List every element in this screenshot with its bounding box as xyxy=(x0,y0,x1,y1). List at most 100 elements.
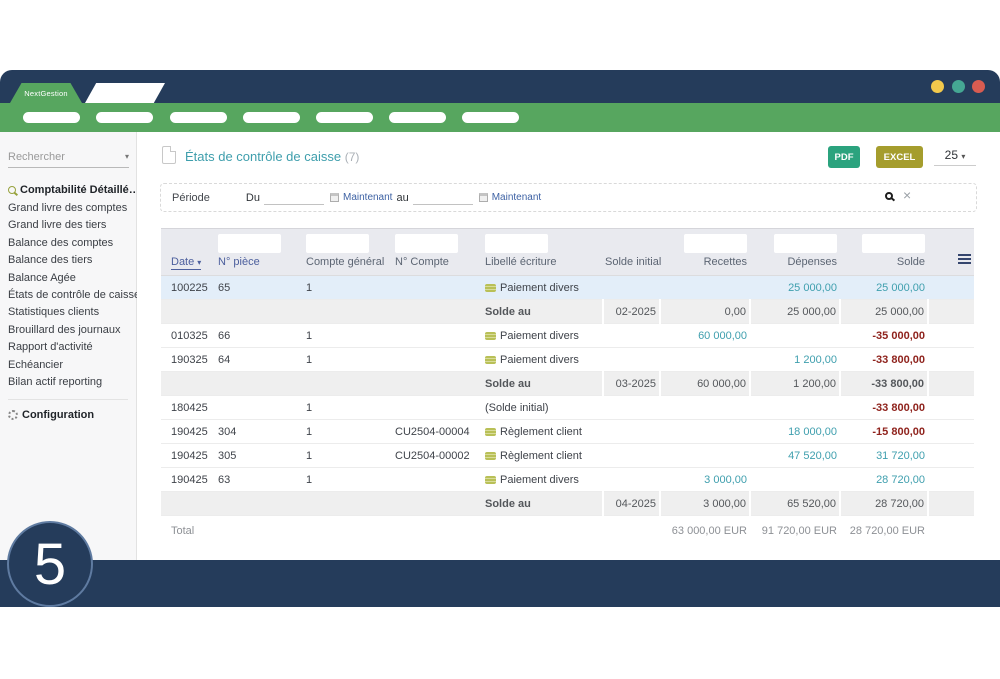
total-rec: 63 000,00 EUR xyxy=(660,516,750,538)
cell-solde: -33 800,00 xyxy=(840,372,928,396)
cell-dep xyxy=(750,324,840,348)
cell-nc: CU2504-00002 xyxy=(393,444,483,468)
nav-pill[interactable] xyxy=(389,112,446,123)
nav-pill[interactable] xyxy=(23,112,80,123)
sidebar-item[interactable]: Balance des tiers xyxy=(8,252,136,269)
nav-pill[interactable] xyxy=(170,112,227,123)
sidebar-item[interactable]: Bilan actif reporting xyxy=(8,374,136,391)
column-settings-icon[interactable] xyxy=(958,254,971,264)
filter-input-rec[interactable] xyxy=(684,234,747,253)
page-size-select[interactable]: 25 ▾ xyxy=(934,148,976,166)
sidebar-item[interactable]: Balance Agée xyxy=(8,270,136,287)
filter-input-dep[interactable] xyxy=(774,234,837,253)
page-title-text: États de contrôle de caisse xyxy=(185,149,341,164)
brand-tab[interactable]: NextGestion xyxy=(10,83,82,103)
bottom-bar xyxy=(0,560,1000,607)
cell-menu xyxy=(928,420,974,444)
table-row[interactable]: 1904253051CU2504-00002Règlement client47… xyxy=(161,444,974,468)
column-header-solde: Solde xyxy=(840,256,928,275)
column-header-cg: Compte général xyxy=(304,256,393,275)
sidebar-item[interactable]: Statistiques clients xyxy=(8,304,136,321)
sidebar-search-placeholder: Rechercher xyxy=(8,151,65,163)
table-row[interactable]: 190425631Paiement divers3 000,0028 720,0… xyxy=(161,468,974,492)
cell-si xyxy=(603,276,660,300)
cell-rec: 3 000,00 xyxy=(660,468,750,492)
table-body: 100225651Paiement divers25 000,0025 000,… xyxy=(161,276,974,516)
sidebar-item[interactable]: Rapport d'activité xyxy=(8,339,136,356)
sidebar-item[interactable]: États de contrôle de caisse xyxy=(8,287,136,304)
cell-dep: 65 520,00 xyxy=(750,492,840,516)
filter-input-nc[interactable] xyxy=(395,234,458,253)
sidebar-item[interactable]: Brouillard des journaux xyxy=(8,322,136,339)
active-tab[interactable] xyxy=(85,83,165,103)
cell-solde: 25 000,00 xyxy=(840,276,928,300)
cell-cg xyxy=(304,492,393,516)
cell-cg: 1 xyxy=(304,420,393,444)
clear-filter-icon[interactable]: × xyxy=(903,187,911,203)
window-dot-yellow-icon[interactable] xyxy=(931,80,944,93)
window-dot-green-icon[interactable] xyxy=(952,80,965,93)
nav-pill[interactable] xyxy=(316,112,373,123)
cell-lib: Paiement divers xyxy=(483,468,603,492)
calendar-icon[interactable] xyxy=(479,193,488,202)
filter-input-lib[interactable] xyxy=(485,234,548,253)
sidebar-item-configuration[interactable]: Configuration xyxy=(8,399,128,421)
record-count: (7) xyxy=(345,150,360,164)
search-icon[interactable] xyxy=(885,192,893,200)
cell-piece: 63 xyxy=(216,468,304,492)
date-from-input[interactable] xyxy=(264,190,324,205)
nav-pill[interactable] xyxy=(462,112,519,123)
sort-caret-icon: ▾ xyxy=(197,258,201,267)
column-header-piece[interactable]: N° pièce xyxy=(216,256,304,275)
sidebar-item[interactable]: Balance des comptes xyxy=(8,235,136,252)
journal-tag-icon xyxy=(485,476,496,484)
filter-input-solde[interactable] xyxy=(862,234,925,253)
column-header-date[interactable]: Date ▾ xyxy=(161,256,216,275)
now-link-from[interactable]: Maintenant xyxy=(343,192,392,203)
period-label: Période xyxy=(172,192,210,204)
magnifier-icon xyxy=(8,186,16,194)
calendar-icon[interactable] xyxy=(330,193,339,202)
sidebar-item[interactable]: Grand livre des tiers xyxy=(8,217,136,234)
window-title-bar: NextGestion xyxy=(0,70,1000,103)
nav-pill[interactable] xyxy=(96,112,153,123)
sidebar-section-comptabilite[interactable]: Comptabilité Détaillé… xyxy=(8,184,136,196)
page-title[interactable]: États de contrôle de caisse (7) xyxy=(185,149,359,164)
column-header-rec: Recettes xyxy=(660,256,750,275)
main-nav-bar xyxy=(0,103,1000,132)
summary-row[interactable]: Solde au02-20250,0025 000,0025 000,00 xyxy=(161,300,974,324)
table-row[interactable]: 1904253041CU2504-00004Règlement client18… xyxy=(161,420,974,444)
cell-date: 100225 xyxy=(161,276,216,300)
excel-export-button[interactable]: EXCEL xyxy=(876,146,923,168)
cell-lib: Solde au xyxy=(483,372,603,396)
cell-rec: 60 000,00 xyxy=(660,372,750,396)
table-row[interactable]: 190325641Paiement divers1 200,00-33 800,… xyxy=(161,348,974,372)
summary-row[interactable]: Solde au03-202560 000,001 200,00-33 800,… xyxy=(161,372,974,396)
date-to-input[interactable] xyxy=(413,190,473,205)
sidebar-item[interactable]: Echéancier xyxy=(8,357,136,374)
cell-solde: 31 720,00 xyxy=(840,444,928,468)
cell-nc xyxy=(393,276,483,300)
table-header: Date ▾N° pièceCompte généralN° CompteLib… xyxy=(161,229,974,276)
cell-solde: 28 720,00 xyxy=(840,492,928,516)
cell-rec xyxy=(660,420,750,444)
sidebar-search-select[interactable]: Rechercher ▾ xyxy=(8,146,129,168)
cell-dep xyxy=(750,396,840,420)
pdf-export-button[interactable]: PDF xyxy=(828,146,860,168)
cell-si xyxy=(603,420,660,444)
column-header-menu[interactable] xyxy=(928,254,974,275)
cell-piece: 305 xyxy=(216,444,304,468)
chevron-down-icon: ▾ xyxy=(961,152,965,161)
cell-lib: Solde au xyxy=(483,492,603,516)
summary-row[interactable]: Solde au04-20253 000,0065 520,0028 720,0… xyxy=(161,492,974,516)
now-link-to[interactable]: Maintenant xyxy=(492,192,541,203)
table-row[interactable]: 010325661Paiement divers60 000,00-35 000… xyxy=(161,324,974,348)
window-dot-red-icon[interactable] xyxy=(972,80,985,93)
table-row[interactable]: 1804251(Solde initial)-33 800,00 xyxy=(161,396,974,420)
sidebar-item[interactable]: Grand livre des comptes xyxy=(8,200,136,217)
filter-input-cg[interactable] xyxy=(306,234,369,253)
nav-pill[interactable] xyxy=(243,112,300,123)
filter-input-piece[interactable] xyxy=(218,234,281,253)
cell-lib: Paiement divers xyxy=(483,348,603,372)
table-row[interactable]: 100225651Paiement divers25 000,0025 000,… xyxy=(161,276,974,300)
